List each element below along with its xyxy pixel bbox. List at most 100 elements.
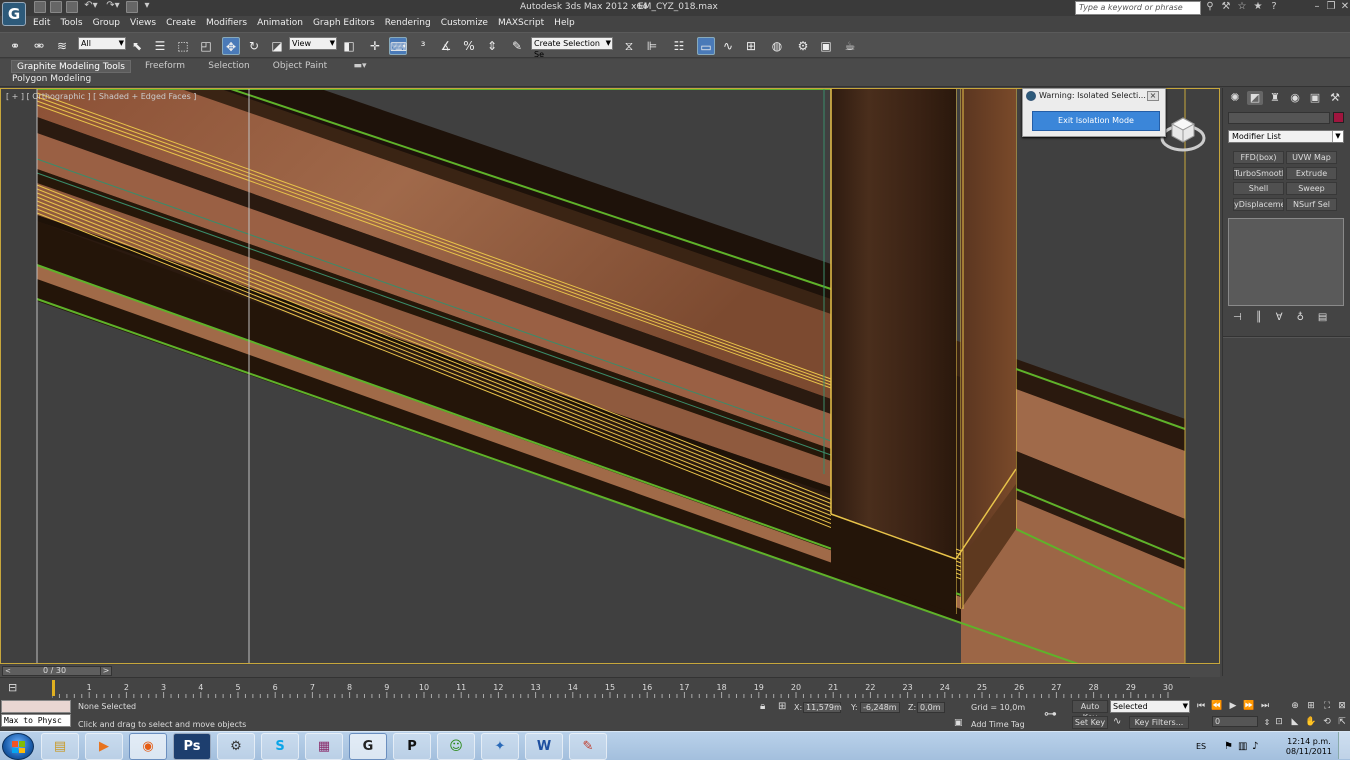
- modifier-ffd-box-button[interactable]: FFD(box): [1233, 151, 1284, 164]
- modifier-turbosmooth-button[interactable]: TurboSmooth: [1233, 167, 1284, 180]
- close-icon[interactable]: ⨯: [1147, 91, 1159, 101]
- set-key-icon[interactable]: ⊶: [1044, 707, 1057, 722]
- rendered-frame-icon[interactable]: ▣: [817, 37, 835, 55]
- previous-frame-icon[interactable]: ⏪: [1210, 700, 1224, 713]
- key-curve-icon[interactable]: ∿: [1113, 716, 1121, 727]
- maxscript-input[interactable]: [1, 700, 71, 713]
- display-tab-icon[interactable]: ▣: [1307, 91, 1323, 105]
- tab-object-paint[interactable]: Object Paint: [270, 60, 330, 73]
- y-coordinate-field[interactable]: -6,248m: [860, 702, 900, 713]
- new-file-icon[interactable]: [34, 1, 46, 13]
- absolute-mode-icon[interactable]: ⊞: [778, 701, 786, 712]
- show-end-result-icon[interactable]: ║: [1256, 312, 1262, 323]
- chevron-left-icon[interactable]: <: [5, 667, 11, 675]
- play-icon[interactable]: ▶: [1226, 700, 1240, 713]
- material-editor-icon[interactable]: ◍: [768, 37, 786, 55]
- minimize-icon[interactable]: –: [1312, 2, 1322, 12]
- align-icon[interactable]: ⊫: [643, 37, 661, 55]
- tab-freeform[interactable]: Freeform: [140, 60, 190, 73]
- binoculars-icon[interactable]: ⚲: [1205, 2, 1215, 12]
- track-bar[interactable]: ⊟ 1 2 3 4 5 6 7 8 9 10 11 12 13 14 15 16 17 18 19 20 21 22 23 2…: [0, 677, 1190, 698]
- open-file-icon[interactable]: [50, 1, 62, 13]
- exit-isolation-mode-button[interactable]: Exit Isolation Mode: [1032, 111, 1160, 131]
- modifier-displacement-button[interactable]: yDisplacement: [1233, 198, 1284, 211]
- help-icon[interactable]: ?: [1269, 2, 1279, 12]
- tray-flag-icon[interactable]: ⚑: [1224, 741, 1233, 752]
- edit-named-selection-icon[interactable]: ✎: [508, 37, 526, 55]
- lock-selection-icon[interactable]: 🔒︎: [760, 701, 765, 712]
- spinner-snap-icon[interactable]: ⇕: [483, 37, 501, 55]
- render-production-icon[interactable]: ☕: [841, 37, 859, 55]
- current-frame-marker[interactable]: [52, 680, 55, 696]
- taskbar-firefox-icon[interactable]: ◉: [129, 733, 167, 760]
- taskbar-games-icon[interactable]: ✦: [481, 733, 519, 760]
- pivot-center-icon[interactable]: ◧: [340, 37, 358, 55]
- scale-icon[interactable]: ◪: [268, 37, 286, 55]
- taskbar-pixel-icon[interactable]: P: [393, 733, 431, 760]
- modifier-uvw-map-button[interactable]: UVW Map: [1286, 151, 1337, 164]
- mirror-icon[interactable]: ⧖: [620, 37, 638, 55]
- graphite-ribbon-icon[interactable]: ▭: [697, 37, 715, 55]
- keyboard-shortcut-icon[interactable]: ⌨: [389, 37, 407, 55]
- taskbar-messenger-icon[interactable]: ☺: [437, 733, 475, 760]
- menu-graph-editors[interactable]: Graph Editors: [308, 17, 380, 31]
- maxscript-output[interactable]: Max to Physc: [1, 714, 71, 727]
- taskbar-clock[interactable]: 12:14 p.m. 08/11/2011: [1286, 737, 1332, 757]
- menu-rendering[interactable]: Rendering: [380, 17, 436, 31]
- remove-modifier-icon[interactable]: ♁: [1297, 312, 1304, 323]
- track-ruler[interactable]: 1 2 3 4 5 6 7 8 9 10 11 12 13 14 15 16 17 18 19 20 21 22 23 24 2…: [52, 678, 1184, 698]
- modify-tab-icon[interactable]: ◩: [1247, 91, 1263, 105]
- search-input[interactable]: Type a keyword or phrase: [1075, 1, 1201, 15]
- rotate-icon[interactable]: ↻: [245, 37, 263, 55]
- app-logo-button[interactable]: G: [2, 2, 26, 26]
- create-tab-icon[interactable]: ✺: [1227, 91, 1243, 105]
- viewcube-icon[interactable]: [1160, 108, 1206, 154]
- percent-snap-icon[interactable]: %: [460, 37, 478, 55]
- object-color-swatch[interactable]: [1333, 112, 1344, 123]
- time-slider[interactable]: < 0 / 30: [2, 666, 110, 676]
- window-crossing-icon[interactable]: ◰: [197, 37, 215, 55]
- taskbar-network-icon[interactable]: ⚙: [217, 733, 255, 760]
- current-frame-field[interactable]: 0: [1212, 716, 1258, 727]
- project-folder-icon[interactable]: [126, 1, 138, 13]
- taskbar-paint-icon[interactable]: ✎: [569, 733, 607, 760]
- key-filters-button[interactable]: Key Filters...: [1129, 716, 1189, 729]
- language-indicator[interactable]: ES: [1196, 742, 1206, 751]
- utilities-tab-icon[interactable]: ⚒: [1327, 91, 1343, 105]
- tray-network-icon[interactable]: ▥: [1238, 741, 1247, 752]
- x-coordinate-field[interactable]: 11,579m: [803, 702, 842, 713]
- menu-animation[interactable]: Animation: [252, 17, 308, 31]
- make-unique-icon[interactable]: ∀: [1276, 312, 1283, 323]
- rectangle-selection-icon[interactable]: ⬚: [174, 37, 192, 55]
- select-icon[interactable]: ⬉: [128, 37, 146, 55]
- ribbon-options-icon[interactable]: ▬▾: [350, 60, 370, 73]
- render-setup-icon[interactable]: ⚙: [794, 37, 812, 55]
- undo-icon[interactable]: ↶▾: [82, 1, 100, 11]
- add-time-tag[interactable]: Add Time Tag: [971, 720, 1025, 729]
- maximize-viewport-icon[interactable]: ⇱: [1335, 716, 1349, 729]
- named-selection-dropdown[interactable]: Create Selection Se ▼: [531, 37, 613, 59]
- next-frame-icon[interactable]: ⏩: [1242, 700, 1256, 713]
- tray-volume-icon[interactable]: ♪: [1252, 741, 1258, 752]
- redo-icon[interactable]: ↷▾: [104, 1, 122, 11]
- time-config-icon[interactable]: ⊡: [1272, 716, 1286, 729]
- zoom-extents-all-icon[interactable]: ⊠: [1335, 700, 1349, 713]
- modifier-nsurf-sel-button[interactable]: NSurf Sel: [1286, 198, 1337, 211]
- menu-modifiers[interactable]: Modifiers: [201, 17, 252, 31]
- taskbar-explorer-icon[interactable]: ▤: [41, 733, 79, 760]
- taskbar-photoshop-icon[interactable]: Ps: [173, 733, 211, 760]
- go-to-start-icon[interactable]: ⏮: [1194, 700, 1208, 713]
- move-icon[interactable]: ✥: [222, 37, 240, 55]
- configure-modifier-sets-icon[interactable]: ▤: [1318, 312, 1327, 323]
- vertical-post[interactable]: [830, 89, 1017, 614]
- taskbar-3dsmax-icon[interactable]: G: [349, 733, 387, 760]
- menu-views[interactable]: Views: [125, 17, 161, 31]
- time-tag-icon[interactable]: ▣: [954, 718, 963, 728]
- key-mode-dropdown[interactable]: Selected ▼: [1110, 700, 1190, 713]
- viewport-label[interactable]: [ + ] [ Orthographic ] [ Shaded + Edged …: [6, 92, 196, 101]
- taskbar-winrar-icon[interactable]: ▦: [305, 733, 343, 760]
- hierarchy-tab-icon[interactable]: ♜: [1267, 91, 1283, 105]
- modifier-shell-button[interactable]: Shell: [1233, 182, 1284, 195]
- zoom-icon[interactable]: ⊕: [1288, 700, 1302, 713]
- modifier-extrude-button[interactable]: Extrude: [1286, 167, 1337, 180]
